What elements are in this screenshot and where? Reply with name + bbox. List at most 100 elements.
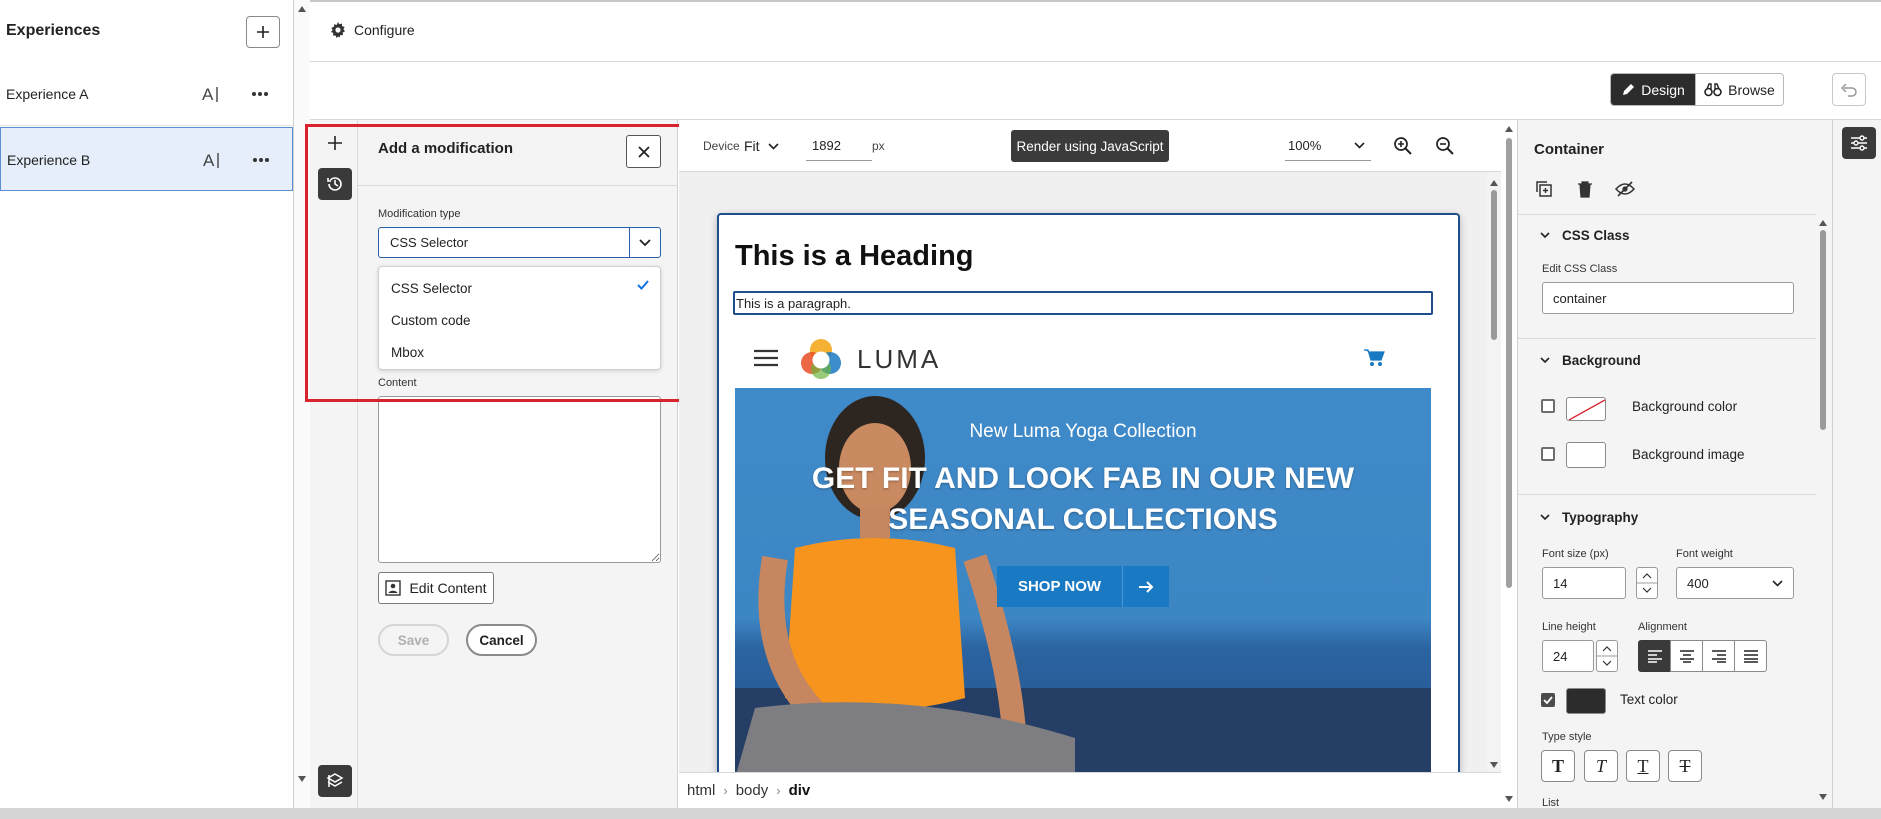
sliders-icon (1851, 135, 1867, 151)
width-unit-label: px (872, 139, 885, 153)
gear-icon (330, 22, 346, 38)
chevron-down-icon (1540, 514, 1550, 521)
italic-button[interactable]: T (1584, 750, 1618, 782)
design-label: Design (1641, 81, 1685, 98)
canvas-scrollbar[interactable] (1487, 172, 1501, 772)
bottom-scrollbar[interactable] (0, 808, 1881, 819)
background-image-checkbox[interactable] (1541, 447, 1555, 461)
design-button[interactable]: Design (1611, 74, 1695, 105)
preview-paragraph[interactable]: This is a paragraph. (733, 291, 1433, 315)
width-input[interactable] (806, 131, 872, 161)
text-color-swatch[interactable] (1566, 688, 1606, 714)
chevron-down-icon (1540, 357, 1550, 364)
experiences-title: Experiences (6, 22, 101, 39)
more-options-icon[interactable] (249, 148, 273, 172)
undo-button[interactable] (1832, 73, 1866, 106)
hide-icon[interactable] (1614, 178, 1636, 200)
preview-heading[interactable]: This is a Heading (735, 240, 974, 273)
workspace-scrollbar[interactable] (1501, 120, 1517, 808)
browse-label: Browse (1728, 81, 1775, 98)
properties-rail (1833, 120, 1881, 808)
underline-button[interactable]: T (1626, 750, 1660, 782)
css-class-section-header[interactable]: CSS Class (1540, 228, 1630, 243)
font-weight-value: 400 (1687, 575, 1709, 591)
align-center-button[interactable] (1670, 640, 1703, 672)
zoom-in-button[interactable] (1392, 135, 1414, 157)
css-class-section-title: CSS Class (1562, 228, 1630, 243)
breadcrumb-item-div[interactable]: div (789, 782, 811, 799)
align-left-icon (1647, 650, 1662, 663)
align-right-button[interactable] (1702, 640, 1735, 672)
cancel-button[interactable]: Cancel (466, 624, 537, 656)
chevron-down-icon (1354, 142, 1365, 149)
text-color-label: Text color (1620, 692, 1678, 707)
hamburger-menu-icon[interactable] (754, 349, 778, 367)
align-right-icon (1711, 650, 1726, 663)
text-rename-icon[interactable]: A (201, 148, 225, 172)
content-textarea[interactable] (378, 396, 661, 563)
text-color-checkbox[interactable] (1541, 693, 1555, 707)
hero-subtitle: New Luma Yoga Collection (969, 421, 1197, 442)
zoom-out-icon (1436, 137, 1454, 155)
shop-now-label: SHOP NOW (1017, 578, 1102, 595)
background-color-swatch[interactable] (1566, 397, 1606, 421)
properties-toggle-button[interactable] (1842, 127, 1876, 159)
browse-button[interactable]: Browse (1695, 74, 1783, 105)
chevron-down-icon (1540, 232, 1550, 239)
line-height-stepper[interactable] (1596, 640, 1618, 672)
shop-now-button[interactable]: SHOP NOW (997, 566, 1169, 607)
render-javascript-button[interactable]: Render using JavaScript (1011, 130, 1169, 162)
experience-row-a[interactable]: Experience A A (0, 62, 293, 126)
layers-button[interactable] (318, 765, 352, 797)
delete-icon[interactable] (1574, 178, 1596, 200)
background-color-checkbox[interactable] (1541, 399, 1555, 413)
configure-label: Configure (354, 22, 415, 38)
breadcrumb-item-html[interactable]: html (687, 782, 715, 799)
font-size-input[interactable]: 14 (1542, 567, 1626, 599)
align-center-icon (1679, 650, 1694, 663)
font-size-stepper[interactable] (1636, 567, 1658, 599)
top-bar (310, 0, 1881, 62)
typography-section-header[interactable]: Typography (1540, 510, 1638, 525)
css-class-input[interactable]: container (1542, 282, 1794, 314)
properties-scrollbar[interactable] (1816, 212, 1830, 808)
line-height-input[interactable]: 24 (1542, 640, 1594, 672)
chevron-down-icon (1772, 579, 1783, 587)
chevron-right-icon: › (723, 783, 728, 798)
mode-toggle-group: Design Browse (1610, 73, 1784, 106)
svg-text:A: A (203, 151, 215, 170)
zoom-value: 100% (1288, 138, 1322, 153)
left-panel-scrollbar[interactable] (294, 0, 310, 808)
luma-logo-text: LUMA (857, 344, 942, 374)
font-size-label: Font size (px) (1542, 548, 1609, 560)
breadcrumb-item-body[interactable]: body (736, 782, 769, 799)
edit-content-label: Edit Content (409, 580, 487, 596)
divider (1517, 214, 1817, 215)
device-value: Fit (744, 138, 760, 154)
align-left-button[interactable] (1638, 640, 1671, 672)
more-options-icon[interactable] (248, 82, 272, 106)
zoom-in-icon (1394, 137, 1412, 155)
typography-section-title: Typography (1562, 510, 1639, 525)
zoom-out-button[interactable] (1434, 135, 1456, 157)
experience-label: Experience A (6, 86, 89, 102)
binoculars-icon (1704, 82, 1722, 96)
edit-content-button[interactable]: Edit Content (378, 572, 494, 604)
duplicate-icon[interactable] (1533, 178, 1555, 200)
alignment-label: Alignment (1638, 621, 1687, 633)
align-justify-button[interactable] (1734, 640, 1767, 672)
edit-content-icon (385, 580, 402, 596)
add-experience-button[interactable] (246, 16, 280, 48)
cart-icon[interactable] (1363, 348, 1385, 368)
save-button[interactable]: Save (378, 624, 449, 656)
device-select[interactable]: Fit (744, 138, 779, 154)
font-weight-select[interactable]: 400 (1676, 567, 1794, 599)
text-rename-icon[interactable]: A (200, 82, 224, 106)
zoom-select[interactable]: 100% (1285, 131, 1371, 161)
bold-button[interactable]: T (1541, 750, 1575, 782)
experience-row-b[interactable]: Experience B A (0, 127, 293, 191)
configure-button[interactable]: Configure (330, 22, 415, 38)
background-image-swatch[interactable] (1566, 442, 1606, 468)
background-section-header[interactable]: Background (1540, 353, 1641, 368)
strikethrough-button[interactable]: T (1668, 750, 1702, 782)
